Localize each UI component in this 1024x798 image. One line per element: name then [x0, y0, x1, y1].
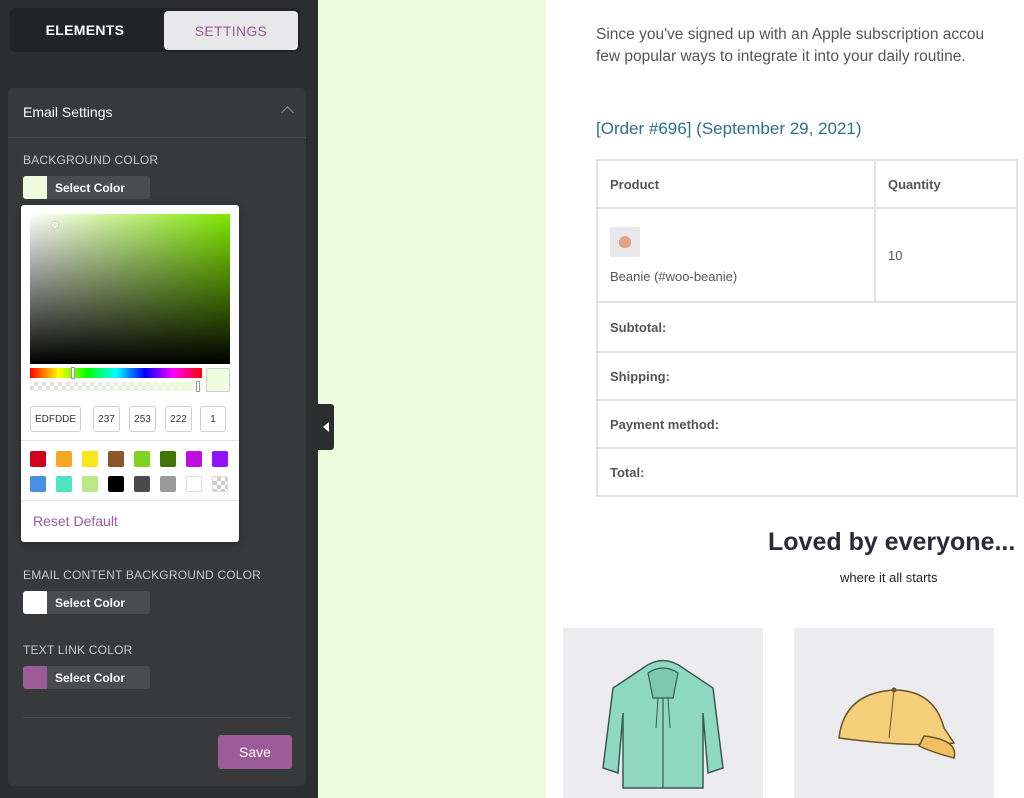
quantity-cell: 10 — [874, 207, 1018, 303]
beanie-thumbnail — [610, 226, 640, 257]
red-input[interactable]: 237 — [93, 406, 120, 432]
panel-divider — [23, 717, 291, 718]
preset-swatch[interactable] — [160, 451, 176, 467]
select-color-label: Select Color — [55, 180, 126, 195]
section-title: Loved by everyone... — [768, 528, 1016, 556]
cap-image — [838, 687, 956, 759]
blue-input[interactable]: 222 — [165, 406, 192, 432]
panel-title: Email Settings — [23, 104, 113, 120]
preset-swatch[interactable] — [108, 476, 124, 492]
intro-line: Since you've signed up with an Apple sub… — [596, 26, 985, 43]
chevron-up-icon[interactable] — [281, 106, 294, 119]
picker-divider — [21, 500, 239, 501]
payment-method-label: Payment method: — [596, 399, 1018, 449]
preset-swatch[interactable] — [30, 476, 46, 492]
save-button[interactable]: Save — [218, 735, 292, 769]
email-content-background-color-button[interactable]: Select Color — [23, 591, 150, 614]
subtotal-label: Subtotal: — [596, 301, 1018, 353]
text-link-color-button[interactable]: Select Color — [23, 666, 150, 689]
hue-slider[interactable] — [30, 368, 202, 378]
tab-elements[interactable]: ELEMENTS — [12, 8, 158, 52]
preset-swatch[interactable] — [30, 451, 46, 467]
text-link-color-swatch — [23, 666, 47, 689]
alpha-input[interactable]: 1 — [200, 406, 226, 432]
intro-line: few popular ways to integrate it into yo… — [596, 48, 966, 65]
preset-swatch[interactable] — [212, 451, 228, 467]
hoodie-image — [602, 659, 724, 789]
total-label: Total: — [596, 447, 1018, 497]
background-color-button[interactable]: Select Color — [23, 176, 150, 199]
hex-input[interactable]: EDFDDE — [30, 406, 81, 432]
alpha-slider[interactable] — [30, 382, 202, 391]
preset-swatch[interactable] — [56, 476, 72, 492]
shipping-label: Shipping: — [596, 351, 1018, 401]
green-input[interactable]: 253 — [129, 406, 156, 432]
preset-swatch[interactable] — [160, 476, 176, 492]
preset-swatch[interactable] — [82, 451, 98, 467]
order-table: Product Quantity Beanie (#woo-beanie) 10… — [596, 159, 1018, 497]
order-link[interactable]: [Order #696] (September 29, 2021) — [596, 119, 862, 139]
product-card-cap[interactable] — [794, 628, 994, 798]
email-content-background-color-label: EMAIL CONTENT BACKGROUND COLOR — [23, 568, 262, 582]
preset-swatch[interactable] — [134, 451, 150, 467]
beanie-image — [619, 235, 631, 248]
alpha-handle[interactable] — [196, 381, 200, 392]
preset-swatch[interactable] — [186, 476, 202, 492]
background-color-swatch — [23, 176, 47, 199]
saturation-handle[interactable] — [52, 222, 58, 228]
preset-swatch[interactable] — [134, 476, 150, 492]
preset-swatch[interactable] — [108, 451, 124, 467]
collapse-sidebar-button[interactable] — [318, 404, 334, 450]
background-color-label: BACKGROUND COLOR — [23, 153, 159, 167]
saturation-area[interactable] — [30, 214, 230, 364]
color-picker-popup: EDFDDE 237 253 222 1 Reset Default — [21, 205, 239, 542]
preset-swatch[interactable] — [82, 476, 98, 492]
email-content-background-swatch — [23, 591, 47, 614]
product-cell: Beanie (#woo-beanie) — [596, 207, 876, 303]
product-header: Product — [596, 159, 876, 209]
hue-handle[interactable] — [71, 367, 75, 379]
text-link-color-label: TEXT LINK COLOR — [23, 643, 133, 657]
intro-text: Since you've signed up with an Apple sub… — [596, 24, 1024, 68]
email-settings-header[interactable]: Email Settings — [8, 88, 306, 138]
color-preview — [206, 368, 230, 392]
select-color-label: Select Color — [55, 670, 126, 685]
quantity-header: Quantity — [874, 159, 1018, 209]
email-preview: Since you've signed up with an Apple sub… — [546, 0, 1024, 798]
section-subtitle: where it all starts — [840, 570, 938, 585]
reset-default-link[interactable]: Reset Default — [33, 513, 118, 529]
tab-settings[interactable]: SETTINGS — [164, 11, 298, 50]
product-card-hoodie[interactable] — [563, 628, 763, 798]
select-color-label: Select Color — [55, 595, 126, 610]
product-name: Beanie (#woo-beanie) — [610, 268, 738, 284]
picker-divider — [21, 440, 239, 441]
preset-swatch[interactable] — [186, 451, 202, 467]
preset-swatch[interactable] — [56, 451, 72, 467]
sidebar-tabs: ELEMENTS SETTINGS — [10, 8, 300, 52]
preset-swatch-transparent[interactable] — [212, 476, 228, 492]
caret-left-icon — [323, 422, 329, 432]
